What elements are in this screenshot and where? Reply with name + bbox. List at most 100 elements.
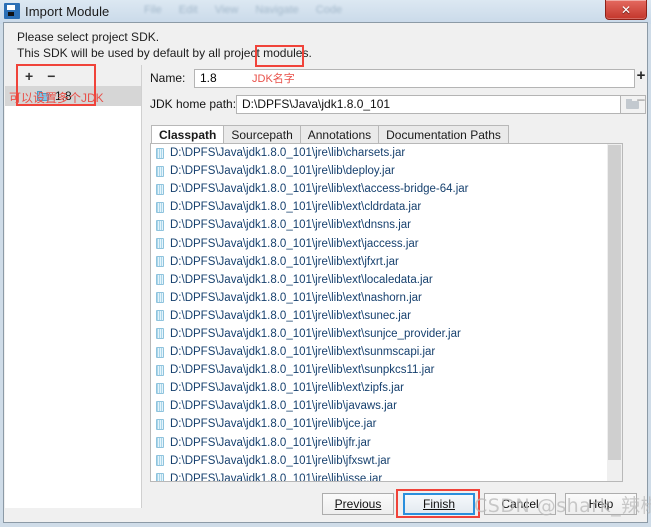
classpath-row[interactable]: D:\DPFS\Java\jdk1.8.0_101\jre\lib\ext\jf… (151, 253, 606, 271)
classpath-row-label: D:\DPFS\Java\jdk1.8.0_101\jre\lib\ext\ac… (170, 183, 469, 196)
classpath-row[interactable]: D:\DPFS\Java\jdk1.8.0_101\jre\lib\jfxswt… (151, 452, 606, 470)
jar-file-icon (156, 219, 164, 231)
dialog-header: Please select project SDK. This SDK will… (17, 29, 312, 61)
window-title: Import Module (25, 3, 110, 19)
tab-annotations[interactable]: Annotations (299, 125, 380, 143)
header-line-2: This SDK will be used by default by all … (17, 46, 312, 60)
close-icon: ✕ (620, 2, 632, 17)
finish-button[interactable]: Finish (403, 493, 475, 515)
tab-sourcepath[interactable]: Sourcepath (223, 125, 301, 143)
jar-file-icon (156, 328, 164, 340)
classpath-row[interactable]: D:\DPFS\Java\jdk1.8.0_101\jre\lib\ext\dn… (151, 216, 606, 234)
sdk-list-annotation: 可以设置多个JDK (9, 91, 104, 105)
dialog-button-bar: Previous Finish Cancel Help (4, 493, 649, 515)
name-annotation: JDK名字 (252, 73, 295, 85)
add-sdk-button[interactable]: + (25, 69, 33, 83)
sdk-detail-panel: Name: 1.8 JDK名字 JDK home path: D:\DPFS\J… (150, 65, 646, 482)
header-line-1: Please select project SDK. (17, 30, 160, 44)
import-module-dialog: Please select project SDK. This SDK will… (3, 22, 651, 523)
classpath-row-label: D:\DPFS\Java\jdk1.8.0_101\jre\lib\javaws… (170, 400, 397, 413)
jar-file-icon (156, 364, 164, 376)
jar-file-icon (156, 238, 164, 250)
classpath-row[interactable]: D:\DPFS\Java\jdk1.8.0_101\jre\lib\jsse.j… (151, 470, 606, 482)
name-row: Name: 1.8 JDK名字 (150, 65, 646, 91)
classpath-list: D:\DPFS\Java\jdk1.8.0_101\jre\lib\charse… (150, 143, 623, 482)
scrollbar-thumb[interactable] (608, 145, 621, 460)
classpath-row[interactable]: D:\DPFS\Java\jdk1.8.0_101\jre\lib\jce.ja… (151, 415, 606, 433)
add-classpath-button[interactable]: + (637, 68, 646, 83)
classpath-row-label: D:\DPFS\Java\jdk1.8.0_101\jre\lib\jsse.j… (170, 472, 383, 482)
jar-file-icon (156, 418, 164, 430)
classpath-row-label: D:\DPFS\Java\jdk1.8.0_101\jre\lib\ext\zi… (170, 382, 404, 395)
jar-file-icon (156, 437, 164, 449)
classpath-row[interactable]: D:\DPFS\Java\jdk1.8.0_101\jre\lib\ext\lo… (151, 271, 606, 289)
classpath-row[interactable]: D:\DPFS\Java\jdk1.8.0_101\jre\lib\charse… (151, 144, 606, 162)
name-label: Name: (150, 71, 186, 85)
jar-file-icon (156, 274, 164, 286)
classpath-row[interactable]: D:\DPFS\Java\jdk1.8.0_101\jre\lib\deploy… (151, 162, 606, 180)
tab-bar: Classpath Sourcepath Annotations Documen… (151, 124, 646, 143)
sdk-toolbar: + − (5, 65, 141, 86)
tab-classpath[interactable]: Classpath (151, 125, 225, 143)
previous-button[interactable]: Previous (322, 493, 394, 515)
cancel-button-label: Cancel (501, 497, 539, 511)
classpath-row[interactable]: D:\DPFS\Java\jdk1.8.0_101\jre\lib\ext\zi… (151, 379, 606, 397)
help-button[interactable]: Help (565, 493, 637, 515)
jar-file-icon (156, 256, 164, 268)
previous-button-label: Previous (334, 497, 382, 511)
jar-file-icon (156, 455, 164, 467)
cancel-button[interactable]: Cancel (484, 493, 556, 515)
name-value: 1.8 (200, 71, 217, 85)
classpath-row[interactable]: D:\DPFS\Java\jdk1.8.0_101\jre\lib\ext\ac… (151, 180, 606, 198)
jar-file-icon (156, 346, 164, 358)
classpath-row-label: D:\DPFS\Java\jdk1.8.0_101\jre\lib\ext\ja… (170, 237, 419, 250)
jar-file-icon (156, 201, 164, 213)
classpath-row-label: D:\DPFS\Java\jdk1.8.0_101\jre\lib\ext\su… (170, 309, 411, 322)
classpath-row[interactable]: D:\DPFS\Java\jdk1.8.0_101\jre\lib\ext\su… (151, 325, 606, 343)
remove-sdk-button[interactable]: − (47, 69, 55, 83)
classpath-row-label: D:\DPFS\Java\jdk1.8.0_101\jre\lib\ext\na… (170, 291, 422, 304)
jar-file-icon (156, 400, 164, 412)
jar-file-icon (156, 382, 164, 394)
classpath-row[interactable]: D:\DPFS\Java\jdk1.8.0_101\jre\lib\ext\ja… (151, 234, 606, 252)
remove-classpath-button[interactable]: − (637, 93, 646, 108)
classpath-scrollbar[interactable] (607, 144, 622, 481)
sdk-list-panel: + − 1.8 (5, 65, 142, 508)
classpath-row-label: D:\DPFS\Java\jdk1.8.0_101\jre\lib\ext\su… (170, 327, 461, 340)
screenshot-root: File Edit View Navigate Code Import Modu… (0, 0, 651, 527)
jdk-home-path-input[interactable]: D:\DPFS\Java\jdk1.8.0_101 (236, 94, 621, 114)
title-bar: Import Module (0, 0, 651, 22)
classpath-row[interactable]: D:\DPFS\Java\jdk1.8.0_101\jre\lib\ext\su… (151, 361, 606, 379)
classpath-row[interactable]: D:\DPFS\Java\jdk1.8.0_101\jre\lib\ext\cl… (151, 198, 606, 216)
jdk-home-path-row: JDK home path: D:\DPFS\Java\jdk1.8.0_101 (150, 91, 646, 117)
classpath-side-buttons: + − (632, 65, 650, 108)
classpath-row[interactable]: D:\DPFS\Java\jdk1.8.0_101\jre\lib\ext\na… (151, 289, 606, 307)
jar-file-icon (156, 473, 164, 481)
classpath-row-label: D:\DPFS\Java\jdk1.8.0_101\jre\lib\ext\jf… (170, 255, 399, 268)
jdk-home-path-value: D:\DPFS\Java\jdk1.8.0_101 (242, 97, 391, 111)
classpath-row-label: D:\DPFS\Java\jdk1.8.0_101\jre\lib\jce.ja… (170, 418, 377, 431)
classpath-row[interactable]: D:\DPFS\Java\jdk1.8.0_101\jre\lib\javaws… (151, 397, 606, 415)
classpath-row[interactable]: D:\DPFS\Java\jdk1.8.0_101\jre\lib\ext\su… (151, 307, 606, 325)
finish-button-label: Finish (422, 497, 455, 511)
tab-documentation-paths[interactable]: Documentation Paths (378, 125, 509, 143)
classpath-row-label: D:\DPFS\Java\jdk1.8.0_101\jre\lib\ext\dn… (170, 219, 411, 232)
help-button-label: Help (588, 497, 614, 511)
classpath-row-label: D:\DPFS\Java\jdk1.8.0_101\jre\lib\deploy… (170, 165, 395, 178)
disk-save-icon (4, 3, 20, 19)
close-button[interactable]: ✕ (605, 0, 647, 20)
classpath-row[interactable]: D:\DPFS\Java\jdk1.8.0_101\jre\lib\ext\su… (151, 343, 606, 361)
classpath-row-label: D:\DPFS\Java\jdk1.8.0_101\jre\lib\ext\su… (170, 346, 436, 359)
classpath-row[interactable]: D:\DPFS\Java\jdk1.8.0_101\jre\lib\jfr.ja… (151, 434, 606, 452)
classpath-list-body: D:\DPFS\Java\jdk1.8.0_101\jre\lib\charse… (151, 144, 606, 482)
jdk-home-path-label: JDK home path: (150, 97, 237, 111)
classpath-row-label: D:\DPFS\Java\jdk1.8.0_101\jre\lib\jfxswt… (170, 454, 391, 467)
name-input[interactable]: 1.8 JDK名字 (194, 68, 635, 88)
classpath-row-label: D:\DPFS\Java\jdk1.8.0_101\jre\lib\ext\lo… (170, 273, 433, 286)
jar-file-icon (156, 310, 164, 322)
classpath-row-label: D:\DPFS\Java\jdk1.8.0_101\jre\lib\ext\su… (170, 364, 435, 377)
classpath-row-label: D:\DPFS\Java\jdk1.8.0_101\jre\lib\ext\cl… (170, 201, 422, 214)
jar-file-icon (156, 292, 164, 304)
classpath-row-label: D:\DPFS\Java\jdk1.8.0_101\jre\lib\jfr.ja… (170, 436, 371, 449)
jar-file-icon (156, 183, 164, 195)
